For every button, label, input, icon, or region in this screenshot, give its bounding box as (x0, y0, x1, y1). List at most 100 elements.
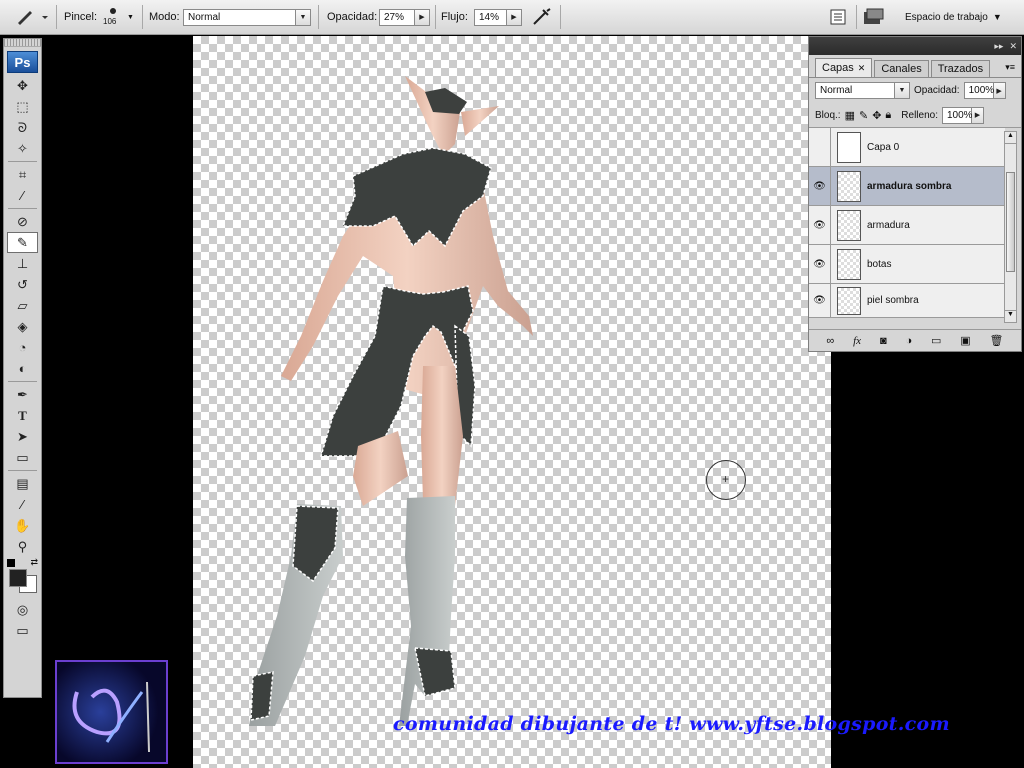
tab-trazados[interactable]: Trazados (930, 60, 991, 77)
eye-icon[interactable]: 👁︎ (809, 283, 831, 318)
swap-colors-icon[interactable]: ⇄ (30, 557, 38, 568)
opacity-label: Opacidad: (327, 11, 378, 23)
scroll-down-icon[interactable]: ▼ (1005, 310, 1016, 322)
photoshop-logo[interactable]: Ps (7, 51, 38, 73)
crop-tool-icon[interactable]: ⌗ (7, 164, 38, 185)
layer-row[interactable]: 👁︎ armadura sombra (809, 166, 1005, 206)
eraser-tool-icon[interactable]: ▱ (7, 295, 38, 316)
mode-select[interactable]: Normal ▼ (183, 0, 311, 34)
bridge-icon[interactable] (863, 0, 887, 34)
brush-picker-arrow-icon[interactable]: ▼ (127, 0, 134, 34)
blend-mode-dropdown-icon[interactable]: ▼ (895, 82, 910, 99)
zoom-tool-icon[interactable]: ⚲ (7, 536, 38, 557)
fill-arrow-icon[interactable]: ▶ (971, 106, 984, 124)
eyedropper-tool-icon[interactable]: ∕ (7, 185, 38, 206)
eye-icon[interactable]: 👁︎ (809, 244, 831, 284)
color-swatches[interactable]: ⇄ (7, 557, 38, 593)
airbrush-icon[interactable] (531, 0, 553, 34)
layer-name: armadura (867, 219, 910, 231)
brush-tool-preset-icon[interactable] (14, 0, 48, 34)
blur-tool-icon[interactable]: ◔ (7, 337, 38, 358)
history-brush-tool-icon[interactable]: ↺ (7, 274, 38, 295)
panel-tabs: Capas ✕ Canales Trazados ▾≡ (809, 55, 1021, 78)
brush-size: 106 (103, 17, 117, 26)
type-tool-icon[interactable]: T (7, 405, 38, 426)
layer-opacity-label: Opacidad: (914, 85, 960, 96)
layer-name: Capa 0 (867, 141, 900, 153)
brush-tool-icon[interactable]: ✎ (7, 232, 38, 253)
close-tab-icon[interactable]: ✕ (858, 63, 866, 74)
blend-row: Normal ▼ Opacidad: 100% ▶ (809, 78, 1021, 103)
visibility-toggle[interactable] (809, 127, 831, 167)
layer-row[interactable]: 👁︎ armadura (809, 205, 1005, 245)
opacity-value[interactable]: 27% (379, 8, 415, 26)
fill-value[interactable]: 100% (941, 106, 973, 124)
adjustment-layer-icon[interactable]: ◑ (905, 335, 912, 347)
healing-brush-tool-icon[interactable]: ⊘ (7, 211, 38, 232)
foreground-color-swatch[interactable] (9, 569, 27, 587)
delete-layer-icon[interactable]: 🗑︎ (990, 334, 1004, 347)
tools-panel-grip[interactable] (4, 39, 41, 47)
move-tool-icon[interactable]: ✥ (7, 75, 38, 96)
marquee-tool-icon[interactable]: ⬚ (7, 96, 38, 117)
eye-icon[interactable]: 👁︎ (809, 166, 831, 206)
color-sampler-tool-icon[interactable]: ⁄ (7, 494, 38, 515)
quick-mask-icon[interactable]: ◎ (7, 599, 38, 620)
layer-thumbnail (837, 170, 861, 202)
panel-menu-icon[interactable]: ▾≡ (1005, 62, 1015, 73)
options-bar: Pincel: 106 ▼ Modo: Normal ▼ Opacidad: 2… (0, 0, 1024, 35)
lock-position-icon[interactable]: ✥ (872, 109, 881, 122)
panel-toggle-icon[interactable] (830, 0, 846, 34)
flow-field[interactable]: 14% ▶ (474, 0, 522, 34)
hand-tool-icon[interactable]: ✋ (7, 515, 38, 536)
layer-thumbnail (837, 209, 861, 241)
mode-dropdown-icon[interactable]: ▼ (296, 8, 311, 26)
fill-label: Relleno: (901, 109, 938, 121)
new-layer-icon[interactable]: ▣ (960, 334, 970, 347)
link-layers-icon[interactable]: ∞ (826, 335, 834, 347)
pen-tool-icon[interactable]: ✒ (7, 384, 38, 405)
clone-stamp-tool-icon[interactable]: ⊥ (7, 253, 38, 274)
layers-panel: ▸▸ ✕ Capas ✕ Canales Trazados ▾≡ Normal … (808, 36, 1022, 352)
opacity-slider-arrow-icon[interactable]: ▶ (415, 8, 430, 26)
shape-tool-icon[interactable]: ▭ (7, 447, 38, 468)
opacity-field[interactable]: 27% ▶ (379, 0, 430, 34)
tab-canales[interactable]: Canales (874, 60, 929, 77)
layer-row[interactable]: Capa 0 (809, 127, 1005, 167)
eye-icon[interactable]: 👁︎ (809, 205, 831, 245)
scroll-thumb[interactable] (1006, 172, 1015, 272)
layer-mask-icon[interactable]: ◙ (880, 335, 887, 347)
workspace-menu[interactable]: Espacio de trabajo ▼ (905, 0, 1002, 34)
dodge-tool-icon[interactable]: ◐ (7, 358, 38, 379)
close-panel-icon[interactable]: ✕ (1009, 41, 1017, 52)
screen-mode-icon[interactable]: ▭ (7, 620, 38, 641)
scroll-up-icon[interactable]: ▲ (1005, 132, 1016, 144)
flow-slider-arrow-icon[interactable]: ▶ (507, 8, 522, 26)
layer-style-icon[interactable]: fx (853, 335, 861, 347)
brush-picker[interactable]: 106 (103, 0, 116, 34)
lock-pixels-icon[interactable]: ✎ (859, 109, 868, 122)
brush-label: Pincel: (64, 11, 98, 23)
lock-all-icon[interactable]: 🔒︎ (885, 109, 891, 122)
layer-opacity-value[interactable]: 100% (963, 82, 994, 99)
lock-transparency-icon[interactable]: ▦ (845, 109, 855, 122)
lasso-tool-icon[interactable]: ᘐ (7, 117, 38, 138)
layers-panel-header[interactable]: ▸▸ ✕ (809, 37, 1021, 55)
layer-opacity-arrow-icon[interactable]: ▶ (993, 82, 1006, 99)
layer-row[interactable]: 👁︎ piel sombra (809, 283, 1005, 318)
layers-scrollbar[interactable]: ▲ ▼ (1004, 131, 1017, 323)
default-colors-icon[interactable] (7, 559, 15, 567)
collapse-icon[interactable]: ▸▸ (994, 41, 1003, 52)
layer-row[interactable]: 👁︎ botas (809, 244, 1005, 284)
notes-tool-icon[interactable]: ▤ (7, 473, 38, 494)
document-canvas[interactable] (193, 36, 831, 768)
brush-tip-icon (109, 8, 116, 14)
layer-name: piel sombra (867, 295, 919, 306)
new-group-icon[interactable]: ▭ (931, 334, 941, 347)
flow-value[interactable]: 14% (474, 8, 507, 26)
path-selection-tool-icon[interactable]: ➤ (7, 426, 38, 447)
tab-capas[interactable]: Capas ✕ (815, 58, 873, 77)
blend-mode-value: Normal (815, 82, 895, 99)
paint-bucket-tool-icon[interactable]: ◈ (7, 316, 38, 337)
magic-wand-tool-icon[interactable]: ✧ (7, 138, 38, 159)
